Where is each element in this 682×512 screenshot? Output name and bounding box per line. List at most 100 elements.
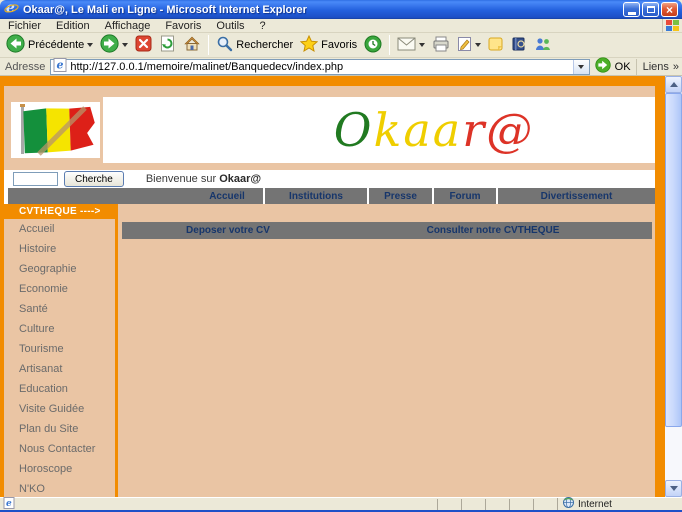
nav-spacer: [8, 188, 191, 204]
forward-button[interactable]: [98, 34, 130, 56]
scroll-down-button[interactable]: [665, 480, 682, 497]
scrollbar-track[interactable]: [665, 427, 682, 480]
sidebar-item-nko[interactable]: N'KO: [4, 479, 115, 497]
scroll-up-button[interactable]: [665, 76, 682, 93]
refresh-button[interactable]: [157, 34, 178, 56]
close-button[interactable]: ×: [661, 2, 678, 17]
back-label: Précédente: [28, 39, 84, 51]
status-pane: [485, 499, 509, 510]
sidebar-item-culture[interactable]: Culture: [4, 319, 115, 339]
svg-text:e: e: [57, 59, 64, 72]
window-title: Okaar@, Le Mali en Ligne - Microsoft Int…: [23, 4, 307, 16]
close-icon: ×: [666, 4, 673, 16]
chevron-down-icon: [578, 65, 584, 69]
consult-cvtheque-link[interactable]: Consulter notre CVTHEQUE: [334, 222, 652, 239]
messenger-note-button[interactable]: [486, 34, 506, 56]
address-url-input[interactable]: [67, 61, 572, 73]
status-zone-pane: Internet: [557, 498, 682, 510]
favorites-star-icon: [300, 35, 318, 55]
links-label: Liens: [643, 61, 669, 73]
book-research-icon: [511, 36, 527, 55]
nav-tab-presse[interactable]: Presse: [367, 188, 432, 204]
history-button[interactable]: [362, 34, 384, 56]
go-button[interactable]: OK: [595, 57, 631, 76]
status-pane: [437, 499, 461, 510]
toolbar-separator: [208, 35, 209, 55]
mail-button[interactable]: [395, 34, 427, 56]
menu-edition[interactable]: Edition: [56, 20, 90, 32]
forward-dropdown-icon[interactable]: [122, 43, 128, 47]
status-zone-label: Internet: [578, 499, 612, 510]
favorites-label: Favoris: [321, 39, 357, 51]
search-button[interactable]: Rechercher: [214, 34, 295, 56]
ie-logo-icon: e: [4, 0, 19, 20]
nav-tab-divertissement[interactable]: Divertissement: [496, 188, 655, 204]
address-bar: Adresse e OK Liens »: [0, 58, 682, 76]
logo-letter: a: [433, 103, 462, 157]
links-bar[interactable]: Liens »: [636, 59, 679, 75]
status-pane: [533, 499, 557, 510]
home-button[interactable]: [181, 34, 203, 56]
history-icon: [364, 35, 382, 56]
sidebar-item-histoire[interactable]: Histoire: [4, 239, 115, 259]
nav-tab-accueil[interactable]: Accueil: [191, 188, 263, 204]
logo-panel: Okaar@: [103, 97, 655, 163]
sidebar-item-visite-guidee[interactable]: Visite Guidée: [4, 399, 115, 419]
windows-logo-icon: [662, 19, 682, 33]
search-label: Rechercher: [236, 39, 293, 51]
address-combobox[interactable]: e: [50, 59, 589, 75]
logo-letter: r: [462, 103, 486, 157]
menu-aide[interactable]: ?: [260, 20, 266, 32]
back-button[interactable]: Précédente: [4, 34, 95, 56]
messenger-people-icon: [534, 36, 552, 55]
welcome-site-name: Okaar@: [219, 173, 261, 185]
sidebar-item-horoscope[interactable]: Horoscope: [4, 459, 115, 479]
menu-favoris[interactable]: Favoris: [165, 20, 201, 32]
back-dropdown-icon[interactable]: [87, 43, 93, 47]
site-header: Okaar@: [4, 86, 655, 170]
vertical-scrollbar[interactable]: [665, 76, 682, 497]
search-icon: [216, 35, 233, 55]
print-button[interactable]: [430, 34, 452, 56]
site-search-input[interactable]: [13, 172, 58, 186]
minimize-icon: [628, 12, 636, 15]
nav-tab-institutions[interactable]: Institutions: [263, 188, 367, 204]
menu-affichage[interactable]: Affichage: [105, 20, 151, 32]
sidebar-item-artisanat[interactable]: Artisanat: [4, 359, 115, 379]
nav-tab-forum[interactable]: Forum: [432, 188, 496, 204]
sidebar-item-geographie[interactable]: Geographie: [4, 259, 115, 279]
discuss-button[interactable]: [509, 34, 529, 56]
site-search-button[interactable]: Cherche: [64, 171, 124, 187]
page-viewport: Okaar@ Cherche Bienvenue sur Okaar@ Accu…: [0, 76, 682, 497]
sidebar-item-economie[interactable]: Economie: [4, 279, 115, 299]
favorites-button[interactable]: Favoris: [298, 34, 359, 56]
refresh-icon: [159, 35, 176, 55]
stop-button[interactable]: [133, 34, 154, 56]
edit-dropdown-icon[interactable]: [475, 43, 481, 47]
mail-dropdown-icon[interactable]: [419, 43, 425, 47]
home-icon: [183, 35, 201, 55]
sidebar-item-sante[interactable]: Santé: [4, 299, 115, 319]
links-chevron-icon: »: [673, 61, 679, 73]
sidebar-item-education[interactable]: Education: [4, 379, 115, 399]
restore-button[interactable]: [642, 2, 659, 17]
address-dropdown-button[interactable]: [573, 60, 589, 74]
web-page: Okaar@ Cherche Bienvenue sur Okaar@ Accu…: [0, 76, 665, 497]
scrollbar-thumb[interactable]: [665, 93, 682, 427]
sidebar-item-tourisme[interactable]: Tourisme: [4, 339, 115, 359]
scroll-down-icon: [670, 486, 678, 491]
menu-outils[interactable]: Outils: [216, 20, 244, 32]
edit-button[interactable]: [455, 34, 483, 56]
globe-icon: [563, 497, 574, 511]
minimize-button[interactable]: [623, 2, 640, 17]
messenger-button[interactable]: [532, 34, 554, 56]
menu-fichier[interactable]: Fichier: [8, 20, 41, 32]
sidebar-item-nous-contacter[interactable]: Nous Contacter: [4, 439, 115, 459]
sidebar-item-accueil[interactable]: Accueil: [4, 219, 115, 239]
sidebar-item-plan-du-site[interactable]: Plan du Site: [4, 419, 115, 439]
logo-letter: @: [486, 103, 534, 157]
edit-icon: [457, 36, 472, 55]
scroll-up-icon: [670, 82, 678, 87]
deposit-cv-link[interactable]: Deposer votre CV: [122, 222, 334, 239]
welcome-prefix: Bienvenue sur: [146, 173, 216, 185]
